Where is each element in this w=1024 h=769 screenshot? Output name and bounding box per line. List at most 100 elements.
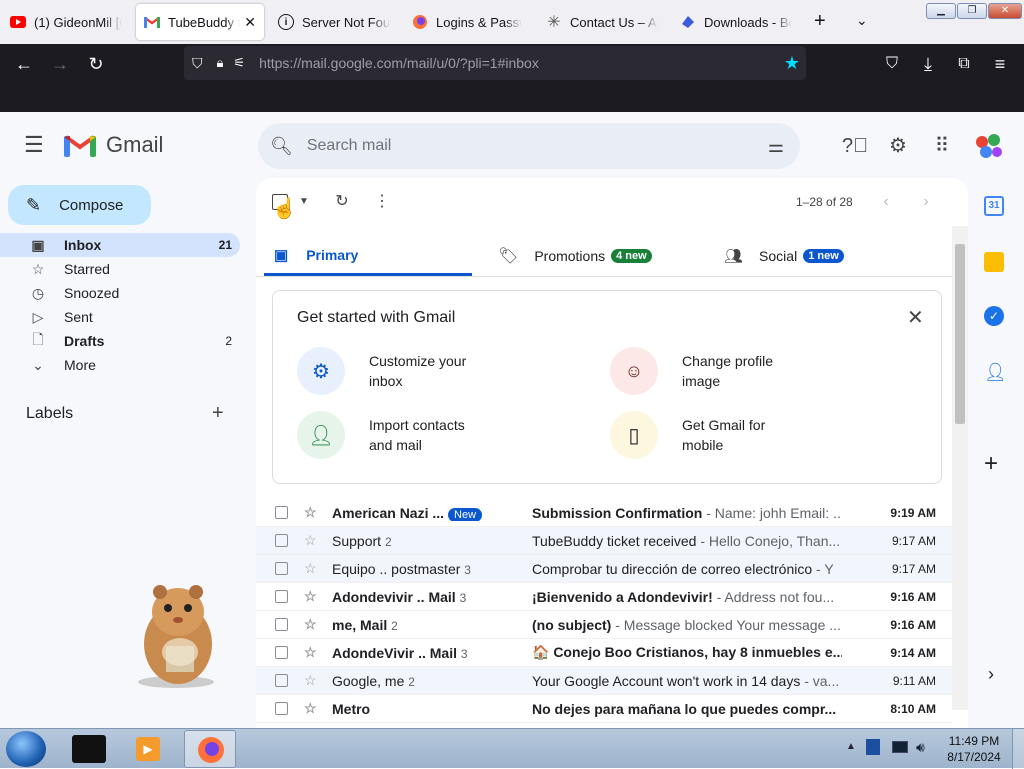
- main-menu-icon[interactable]: ☰: [24, 132, 44, 158]
- tray-expand-icon[interactable]: ▲: [846, 741, 856, 752]
- terminal-app-icon[interactable]: [72, 735, 106, 763]
- scrollbar[interactable]: [952, 226, 968, 710]
- star-icon[interactable]: ☆: [304, 504, 320, 521]
- row-checkbox[interactable]: [275, 674, 288, 687]
- back-icon[interactable]: ←: [12, 52, 36, 76]
- star-icon[interactable]: ☆: [304, 588, 320, 605]
- permissions-icon[interactable]: ⚟: [233, 55, 245, 71]
- import-contacts-link[interactable]: Import contacts and mail: [369, 415, 489, 455]
- show-desktop-button[interactable]: [1012, 729, 1024, 769]
- email-row[interactable]: ☆ me, Mail 2 (no subject) - Message bloc…: [256, 611, 952, 639]
- email-row[interactable]: ☆ Equipo .. postmaster 3 Comprobar tu di…: [256, 555, 952, 583]
- sidebar-item-more[interactable]: ⌄ More: [0, 353, 240, 377]
- clock[interactable]: 11:49 PM 8/17/2024: [944, 733, 1004, 765]
- older-page-icon[interactable]: ›: [916, 192, 936, 212]
- settings-gear-icon[interactable]: ⚙: [886, 134, 910, 158]
- tab-social[interactable]: 👥︎ Social 1 new: [724, 236, 932, 276]
- minimize-icon[interactable]: ▁: [926, 3, 956, 19]
- tab-list-icon[interactable]: ⌄: [856, 12, 868, 29]
- tasks-icon[interactable]: ✓: [984, 306, 1004, 326]
- start-button-icon[interactable]: [6, 731, 46, 767]
- help-icon[interactable]: ?⃝: [842, 134, 868, 158]
- email-row[interactable]: ☆ Support 2 TubeBuddy ticket received - …: [256, 527, 952, 555]
- maximize-icon[interactable]: ❐: [957, 3, 987, 19]
- tab-promotions[interactable]: 🏷︎ Promotions 4 new: [498, 236, 706, 276]
- tab-primary[interactable]: ▣ Primary: [264, 236, 472, 276]
- gear-icon[interactable]: ⚙: [297, 347, 345, 395]
- close-tab-icon[interactable]: ✕: [244, 14, 256, 31]
- downloads-icon[interactable]: ⤓: [916, 52, 940, 76]
- browser-tab[interactable]: ✳ Contact Us – Am: [538, 4, 666, 40]
- shield-icon[interactable]: ⛉: [192, 55, 203, 72]
- browser-tab[interactable]: (1) GideonMil [G: [2, 4, 130, 40]
- scrollbar-thumb[interactable]: [955, 244, 965, 424]
- get-addons-icon[interactable]: +: [984, 450, 998, 478]
- search-input[interactable]: [306, 137, 727, 155]
- email-row[interactable]: ☆ American Nazi ... New Submission Confir…: [256, 499, 952, 527]
- show-side-panel-icon[interactable]: ›: [988, 664, 994, 685]
- row-checkbox[interactable]: [275, 590, 288, 603]
- browser-tab-active[interactable]: TubeBuddy tic ✕: [136, 4, 264, 40]
- row-checkbox[interactable]: [275, 534, 288, 547]
- reload-icon[interactable]: ↻: [84, 52, 108, 76]
- search-icon[interactable]: 🔍︎: [270, 136, 293, 157]
- pocket-icon[interactable]: ⛉: [880, 52, 904, 76]
- add-person-icon[interactable]: 👤︎: [297, 411, 345, 459]
- lock-icon[interactable]: 🔒︎: [217, 55, 224, 71]
- url-bar[interactable]: ⛉ 🔒︎ ⚟ https://mail.google.com/mail/u/0/…: [184, 46, 806, 80]
- newer-page-icon[interactable]: ‹: [876, 192, 896, 212]
- star-icon[interactable]: ☆: [304, 532, 320, 549]
- close-window-icon[interactable]: ✕: [988, 3, 1022, 19]
- change-profile-link[interactable]: Change profile image: [682, 351, 802, 391]
- calendar-icon[interactable]: 31: [984, 196, 1004, 216]
- compose-button[interactable]: ✎ Compose: [8, 185, 151, 225]
- row-checkbox[interactable]: [275, 562, 288, 575]
- menu-icon[interactable]: ≡: [988, 52, 1012, 76]
- bookmark-star-icon[interactable]: ★: [784, 53, 800, 74]
- sidebar-item-inbox[interactable]: ▣ Inbox 21: [0, 233, 240, 257]
- email-row[interactable]: ☆ Metro No dejes para mañana lo que pued…: [256, 695, 952, 723]
- keep-icon[interactable]: [984, 252, 1004, 272]
- tray-display-icon[interactable]: [892, 741, 908, 753]
- more-options-icon[interactable]: ⋮: [372, 192, 392, 212]
- sidebar-item-drafts[interactable]: 🗋 Drafts 2: [0, 329, 240, 353]
- url-text[interactable]: https://mail.google.com/mail/u/0/?pli=1#…: [259, 55, 539, 71]
- star-icon[interactable]: ☆: [304, 672, 320, 689]
- email-row[interactable]: ☆ AdondeVivir .. Mail 3 🏠 Conejo Boo Cri…: [256, 639, 952, 667]
- refresh-icon[interactable]: ↻: [332, 192, 352, 212]
- star-icon[interactable]: ☆: [304, 560, 320, 577]
- row-checkbox[interactable]: [275, 618, 288, 631]
- contacts-icon[interactable]: 👤︎: [984, 362, 1007, 382]
- star-icon[interactable]: ☆: [304, 700, 320, 717]
- firefox-taskbar-button[interactable]: [184, 730, 236, 768]
- tray-network-icon[interactable]: [866, 739, 880, 755]
- sidebar-item-sent[interactable]: ▷ Sent: [0, 305, 240, 329]
- forward-icon[interactable]: →: [48, 52, 72, 76]
- browser-tab[interactable]: i Server Not Found: [270, 4, 398, 40]
- media-player-icon[interactable]: ▶: [136, 737, 160, 761]
- select-dropdown-icon[interactable]: ▼: [294, 192, 314, 212]
- extensions-icon[interactable]: ⧉: [952, 52, 976, 76]
- add-label-icon[interactable]: +: [212, 402, 224, 425]
- browser-tab[interactable]: Downloads - Bot: [672, 4, 800, 40]
- avatar[interactable]: [974, 132, 1004, 162]
- gmail-logo[interactable]: Gmail: [64, 132, 163, 158]
- star-icon[interactable]: ☆: [304, 644, 320, 661]
- email-row[interactable]: ☆ Adondevivir .. Mail 3 ¡Bienvenido a Ad…: [256, 583, 952, 611]
- sidebar-item-starred[interactable]: ☆ Starred: [0, 257, 240, 281]
- sidebar-item-snoozed[interactable]: ◷ Snoozed: [0, 281, 240, 305]
- row-checkbox[interactable]: [275, 702, 288, 715]
- profile-icon[interactable]: ☺: [610, 347, 658, 395]
- star-icon[interactable]: ☆: [304, 616, 320, 633]
- row-checkbox[interactable]: [275, 506, 288, 519]
- get-mobile-link[interactable]: Get Gmail for mobile: [682, 415, 802, 455]
- apps-grid-icon[interactable]: ⠿: [930, 134, 954, 158]
- browser-tab[interactable]: Logins & Passwo: [404, 4, 530, 40]
- tray-volume-icon[interactable]: 🔊︎: [916, 739, 925, 756]
- close-icon[interactable]: ✕: [907, 305, 924, 330]
- phone-icon[interactable]: ▯: [610, 411, 658, 459]
- search-options-icon[interactable]: ⚌: [768, 136, 784, 157]
- new-tab-icon[interactable]: +: [814, 10, 826, 33]
- row-checkbox[interactable]: [275, 646, 288, 659]
- customize-inbox-link[interactable]: Customize your inbox: [369, 351, 489, 391]
